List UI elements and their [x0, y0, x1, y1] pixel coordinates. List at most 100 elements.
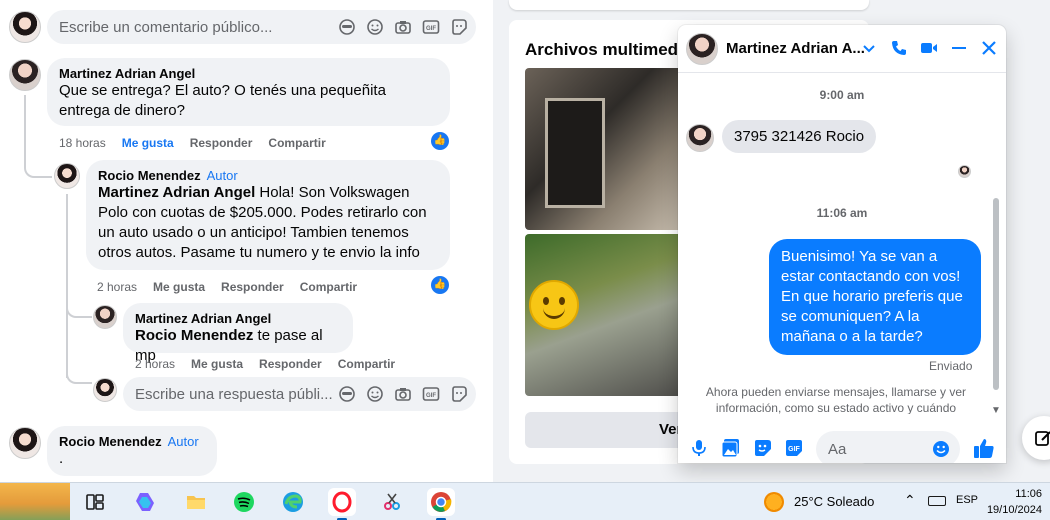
comment-bubble: Rocio Menendez Autor .	[47, 426, 217, 476]
like-button[interactable]: Me gusta	[153, 280, 205, 294]
spotify-icon[interactable]	[230, 488, 258, 516]
gif-icon[interactable]: GIF	[422, 18, 440, 36]
message-placeholder: Aa	[828, 441, 847, 458]
comment-text: Que se entrega? El auto? O tenés una peq…	[59, 82, 386, 119]
commenter-avatar[interactable]	[54, 163, 80, 189]
reply-button[interactable]: Responder	[221, 280, 284, 294]
windows-taskbar: 25°C Soleado ⌃ ESP 11:06 19/10/2024	[0, 482, 1050, 520]
comment-actions: 18 horas Me gusta Responder Compartir	[59, 136, 326, 150]
comment-time[interactable]: 2 horas	[97, 280, 137, 294]
like-button[interactable]: Me gusta	[122, 136, 174, 150]
author-badge: Autor	[206, 168, 238, 183]
close-icon[interactable]	[980, 39, 998, 57]
chat-header[interactable]: Martinez Adrian A...	[678, 25, 1006, 73]
commenter-avatar[interactable]	[9, 59, 41, 91]
thumbs-up-icon[interactable]	[973, 437, 995, 463]
comment-bubble: Rocio Menendez Autor Martinez Adrian Ange…	[86, 160, 450, 270]
video-call-icon[interactable]	[920, 39, 938, 57]
reply-button[interactable]: Responder	[190, 136, 253, 150]
svg-text:GIF: GIF	[788, 446, 800, 453]
sticker-icon[interactable]	[753, 438, 773, 463]
weather-sun-icon[interactable]	[764, 492, 784, 512]
comment-author[interactable]: Rocio Menendez Autor	[59, 434, 205, 449]
mention-link[interactable]: Rocio Menendez	[135, 327, 253, 344]
comment-input[interactable]: Escribe un comentario público... GIF	[47, 10, 476, 44]
clock-date: 19/10/2024	[986, 504, 1042, 516]
tray-chevron-up-icon[interactable]: ⌃	[904, 492, 916, 509]
comment-time[interactable]: 18 horas	[59, 136, 106, 150]
battery-icon[interactable]	[928, 496, 946, 506]
chrome-browser-icon[interactable]	[427, 488, 455, 520]
sticker-icon[interactable]	[450, 18, 468, 36]
commenter-avatar[interactable]	[9, 427, 41, 459]
new-message-button[interactable]	[1022, 416, 1050, 460]
author-badge: Autor	[167, 434, 199, 449]
chat-contact-name[interactable]: Martinez Adrian A...	[726, 40, 865, 57]
comment-author[interactable]: Martinez Adrian Angel	[135, 311, 341, 326]
snipping-tool-icon[interactable]	[378, 488, 406, 516]
comment-text: .	[59, 450, 64, 467]
thread-line	[24, 95, 26, 155]
previous-card	[509, 0, 869, 10]
copilot-icon[interactable]	[131, 488, 159, 516]
page-gutter	[493, 0, 509, 482]
weather-text[interactable]: 25°C Soleado	[794, 494, 874, 509]
share-button[interactable]: Compartir	[338, 357, 395, 371]
chat-messages[interactable]: 9:00 am 3795 321426 Rocio 11:06 am Bueni…	[678, 74, 1006, 414]
share-button[interactable]: Compartir	[300, 280, 357, 294]
like-reaction-icon[interactable]: 👍	[431, 132, 449, 150]
scroll-down-icon[interactable]: ▼	[991, 405, 1001, 416]
comment-actions: 2 horas Me gusta Responder Compartir	[135, 357, 395, 371]
file-explorer-icon[interactable]	[182, 488, 210, 516]
current-user-avatar[interactable]	[93, 378, 117, 402]
chat-contact-avatar[interactable]	[686, 33, 718, 65]
media-photo-stove[interactable]	[525, 234, 685, 396]
smiley-sticker-icon	[529, 280, 579, 330]
sticker-icon[interactable]	[450, 385, 468, 403]
thread-connector	[66, 298, 92, 318]
edge-browser-icon[interactable]	[279, 488, 307, 516]
compose-icon	[1034, 429, 1050, 452]
commenter-avatar[interactable]	[93, 305, 117, 329]
microphone-icon[interactable]	[690, 439, 708, 462]
like-button[interactable]: Me gusta	[191, 357, 243, 371]
outgoing-message[interactable]: Buenisimo! Ya se van a estar contactando…	[769, 239, 981, 355]
mention-link[interactable]: Martinez Adrian Angel	[98, 184, 255, 201]
task-view-icon[interactable]	[81, 488, 109, 516]
reply-button[interactable]: Responder	[259, 357, 322, 371]
language-indicator[interactable]: ESP	[956, 494, 978, 506]
emoji-icon[interactable]	[366, 385, 384, 403]
comment-author[interactable]: Martinez Adrian Angel	[59, 66, 438, 81]
current-user-avatar[interactable]	[9, 11, 41, 43]
system-clock[interactable]: 11:06 19/10/2024	[987, 486, 1042, 518]
seen-indicator-avatar	[958, 165, 971, 178]
comment-placeholder: Escribe un comentario público...	[59, 19, 273, 36]
avatar-sticker-icon[interactable]	[338, 18, 356, 36]
photo-icon[interactable]	[721, 438, 741, 463]
comment-text: Martinez Adrian Angel Hola! Son Volkswag…	[98, 184, 427, 261]
reply-input[interactable]: Escribe una respuesta públi... GIF	[123, 377, 476, 411]
media-photo-oven[interactable]	[525, 68, 685, 230]
chat-scrollbar[interactable]	[993, 198, 999, 390]
widgets-landscape-icon[interactable]	[0, 483, 70, 520]
chat-composer: GIF Aa	[678, 425, 1006, 463]
comment-time[interactable]: 2 horas	[135, 357, 175, 371]
comment-tools: GIF	[338, 18, 468, 36]
opera-browser-icon[interactable]	[328, 488, 356, 520]
like-reaction-icon[interactable]: 👍	[431, 276, 449, 294]
emoji-icon[interactable]	[366, 18, 384, 36]
incoming-message[interactable]: 3795 321426 Rocio	[722, 120, 877, 153]
chevron-down-icon[interactable]	[860, 39, 878, 57]
message-input[interactable]: Aa	[816, 431, 960, 463]
camera-icon[interactable]	[394, 385, 412, 403]
gif-icon[interactable]: GIF	[422, 385, 440, 403]
media-title: Archivos multimedia	[525, 40, 693, 59]
camera-icon[interactable]	[394, 18, 412, 36]
comment-author[interactable]: Rocio Menendez Autor	[98, 168, 438, 183]
minimize-icon[interactable]	[950, 39, 968, 57]
avatar-sticker-icon[interactable]	[338, 385, 356, 403]
share-button[interactable]: Compartir	[268, 136, 325, 150]
emoji-icon[interactable]	[932, 440, 950, 463]
phone-icon[interactable]	[890, 39, 908, 57]
gif-icon[interactable]: GIF	[784, 438, 804, 463]
